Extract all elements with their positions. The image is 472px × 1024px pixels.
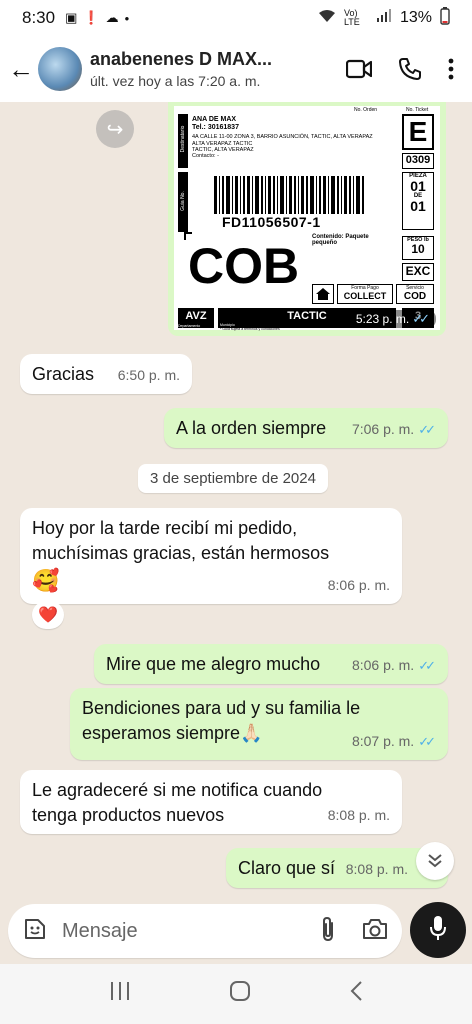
recent-apps-icon[interactable]	[109, 980, 131, 1008]
network-label: Vo) LTE	[343, 8, 360, 27]
sticker-icon[interactable]	[22, 916, 48, 947]
message-time: 7:06 p. m.	[351, 421, 415, 437]
avatar[interactable]	[38, 47, 82, 91]
label-contact: Contacto: -	[192, 153, 219, 159]
message-outgoing[interactable]: Bendiciones para ud y su familia le espe…	[70, 688, 448, 760]
dot-icon: •	[124, 10, 130, 26]
house-icon	[312, 284, 334, 304]
forward-icon[interactable]: ↪	[96, 110, 134, 148]
message-input-container[interactable]	[8, 904, 402, 958]
message-text: Mire que me alegro mucho	[106, 654, 321, 674]
message-time: 8:08 p. m.	[327, 807, 390, 823]
message-input[interactable]	[62, 919, 272, 943]
battery-icon	[440, 6, 450, 30]
label-tracking: FD11056507-1	[222, 214, 321, 230]
home-icon[interactable]	[229, 980, 251, 1009]
read-ticks-icon: ✓✓	[418, 422, 436, 437]
message-incoming[interactable]: Le agradeceré si me notifica cuando teng…	[20, 770, 402, 834]
message-text: Le agradeceré si me notifica cuando teng…	[32, 780, 323, 825]
message-text: A la orden siempre	[176, 418, 327, 438]
message-text: Bendiciones para ud y su familia le espe…	[82, 698, 361, 743]
composer	[0, 902, 472, 962]
message-text: Claro que sí	[238, 858, 336, 878]
image-message[interactable]: No. Orden No. Ticket Destinatario ANA DE…	[168, 102, 446, 336]
back-nav-icon[interactable]	[349, 980, 363, 1009]
message-time: 6:50 p. m.	[117, 367, 180, 383]
label-guia: Guia No.	[180, 191, 186, 211]
cloud-icon: ☁	[105, 10, 119, 25]
alert-icon: ❗	[83, 10, 100, 25]
contact-name: anabenenes D MAX...	[90, 49, 273, 69]
status-bar: 8:30 ▣ ❗ ☁ • Vo) LTE 13%	[0, 0, 472, 36]
heart-reaction[interactable]: ❤️	[32, 601, 64, 629]
microphone-icon	[429, 915, 447, 946]
image-meta: 5:23 p. m. ✓✓	[349, 310, 436, 328]
contact-info[interactable]: anabenenes D MAX... últ. vez hoy a las 7…	[90, 49, 320, 89]
system-navbar	[0, 964, 472, 1024]
message-text: Hoy por la tarde recibí mi pedido, muchí…	[32, 518, 330, 563]
label-letter: E	[402, 114, 434, 150]
label-destinatario: Destinatario	[180, 125, 186, 153]
notification-icons: ▣ ❗ ☁ •	[65, 10, 129, 26]
shipping-label: No. Orden No. Ticket Destinatario ANA DE…	[174, 106, 440, 331]
message-outgoing[interactable]: A la orden siempre 7:06 p. m. ✓✓	[164, 408, 448, 448]
label-code: 0309	[402, 153, 434, 169]
chat-header: ← anabenenes D MAX... últ. vez hoy a las…	[0, 36, 472, 102]
label-tel: Tel.: 30161837	[192, 124, 239, 131]
label-recipient: ANA DE MAX	[192, 116, 237, 123]
camera-icon[interactable]	[362, 918, 388, 945]
label-address: 4A CALLE 11-00 ZONA 3, BARRIO ASUNCIÓN, …	[192, 134, 373, 140]
attach-icon[interactable]	[320, 916, 336, 947]
last-seen: últ. vez hoy a las 7:20 a. m.	[90, 73, 261, 89]
label-no-ticket: No. Ticket	[406, 107, 429, 113]
scroll-down-icon[interactable]	[416, 842, 454, 880]
label-servicio: COD	[403, 291, 427, 302]
message-time: 8:07 p. m.	[351, 733, 415, 749]
more-options-icon[interactable]	[448, 58, 454, 80]
back-arrow-icon[interactable]: ←	[6, 54, 36, 85]
microphone-button[interactable]	[410, 902, 466, 958]
message-text: Gracias	[32, 364, 95, 384]
chat-area[interactable]: ↪ No. Orden No. Ticket Destinatario ANA …	[0, 102, 472, 904]
label-peso: 10	[411, 242, 425, 256]
gallery-icon: ▣	[65, 10, 78, 25]
label-terms: * Guía sujeta a términos y condiciones	[220, 327, 280, 331]
wifi-icon	[318, 9, 336, 28]
read-ticks-icon: ✓✓	[418, 658, 436, 673]
message-incoming[interactable]: Hoy por la tarde recibí mi pedido, muchí…	[20, 508, 402, 604]
date-separator: 3 de septiembre de 2024	[138, 464, 328, 493]
read-ticks-icon: ✓✓	[412, 311, 430, 326]
label-forma-pago: COLLECT	[343, 291, 387, 301]
label-departamento: Departamento	[178, 324, 201, 328]
status-time: 8:30	[22, 8, 56, 27]
message-time: 8:06 p. m.	[351, 657, 415, 673]
barcode	[214, 176, 364, 214]
message-outgoing[interactable]: Claro que sí 8:08 p. m.	[226, 848, 448, 888]
label-total: 01	[410, 198, 426, 214]
message-incoming[interactable]: Gracias 6:50 p. m.	[20, 354, 192, 394]
praying-hands-emoji: 🙏🏻	[240, 723, 263, 743]
battery-label: 13%	[399, 9, 432, 26]
label-pieza: 01	[410, 178, 426, 194]
video-call-icon[interactable]	[346, 59, 372, 79]
signal-icon	[376, 8, 392, 28]
label-no-orden: No. Orden	[354, 107, 378, 113]
read-ticks-icon: ✓✓	[418, 734, 436, 749]
label-contenido: Contenido: Paquete pequeño	[312, 234, 369, 246]
label-exc: EXC	[402, 263, 434, 281]
voice-call-icon[interactable]	[398, 57, 422, 81]
image-time: 5:23 p. m.	[355, 312, 410, 326]
message-time: 8:06 p. m.	[327, 577, 390, 593]
message-time: 8:08 p. m.	[345, 861, 408, 877]
label-cob: COB	[188, 238, 300, 294]
message-outgoing[interactable]: Mire que me alegro mucho 8:06 p. m. ✓✓	[94, 644, 448, 684]
